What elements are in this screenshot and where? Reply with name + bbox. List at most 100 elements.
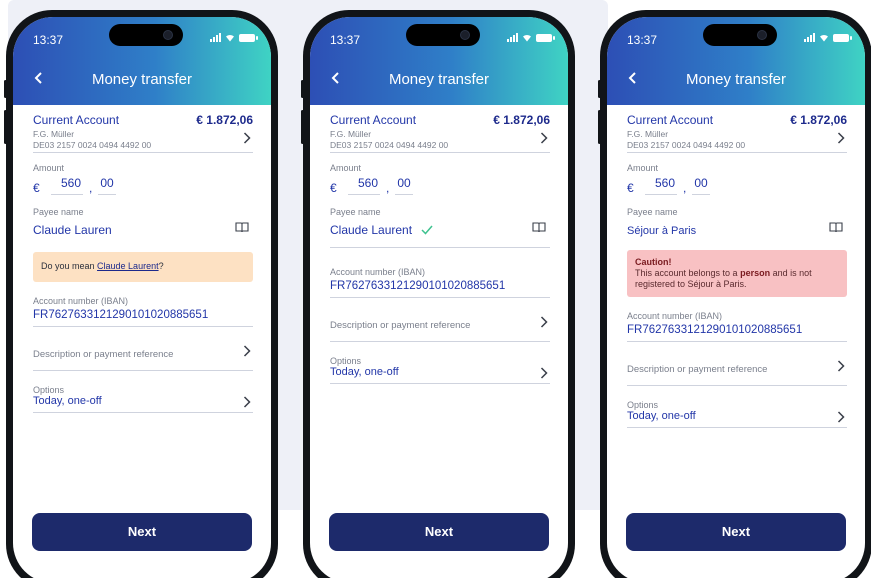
options-label: Options [627,400,659,410]
decimal-separator: , [386,181,390,195]
page-title: Money transfer [91,71,193,88]
signal-icon [804,33,815,42]
account-selector[interactable]: Current Account € 1.872,06 F.G. Müller D… [330,105,550,153]
currency-symbol: € [627,181,634,195]
camera-icon [757,30,767,40]
options-field[interactable]: Options Today, one-off [627,400,847,428]
caution-line1-bold: person [740,268,771,278]
iban-input[interactable]: Account number (IBAN) FR7627633121290101… [33,296,253,327]
hint-suffix: ? [158,261,164,271]
phone-2: 13:37 Money transfer Current Account € 1… [301,10,575,578]
signal-icon [210,33,221,42]
payee-suggestion-hint[interactable]: Do you mean Claude Laurent? [33,252,253,282]
amount-euros-input[interactable]: 560 [348,176,381,195]
account-selector[interactable]: Current Account € 1.872,06 F.G. Müller D… [627,105,847,153]
options-label: Options [33,385,65,395]
amount-cents-input[interactable]: 00 [395,176,413,195]
description-placeholder: Description or payment reference [627,364,768,375]
options-label: Options [330,356,362,366]
chevron-right-icon [243,132,251,144]
amount-euros-input[interactable]: 560 [645,176,678,195]
battery-icon [833,33,852,42]
wifi-icon [820,34,828,42]
page-title: Money transfer [685,71,787,88]
checkmark-icon [420,225,433,235]
currency-symbol: € [33,181,40,195]
status-time: 13:37 [330,33,361,47]
payee-name-input[interactable]: Claude Laurent [330,221,550,248]
header: 13:37 Money transfer [310,17,568,105]
account-holder: F.G. Müller [33,129,75,139]
status-icons [804,33,852,42]
chevron-right-icon [243,345,251,357]
options-value: Today, one-off [627,410,696,422]
amount-cents-input[interactable]: 00 [98,176,116,195]
options-field[interactable]: Options Today, one-off [330,356,550,384]
payee-name-input[interactable]: Séjour à Paris [627,221,847,244]
header: 13:37 Money transfer [13,17,271,105]
status-time: 13:37 [33,33,64,47]
description-placeholder: Description or payment reference [330,320,471,331]
dynamic-island [703,24,777,46]
status-icons [507,33,555,42]
account-iban: DE03 2157 0024 0494 4492 00 [627,140,746,150]
payee-name-input[interactable]: Claude Lauren [33,221,253,244]
description-field[interactable]: Description or payment reference [330,315,550,342]
battery-icon [536,33,555,42]
payee-label: Payee name [330,207,381,217]
amount-label: Amount [33,163,65,173]
address-book-icon[interactable] [532,222,546,233]
payee-label: Payee name [627,207,678,217]
decimal-separator: , [683,181,687,195]
address-book-icon[interactable] [235,222,249,233]
payee-name-value: Claude Lauren [33,223,112,237]
iban-input[interactable]: Account number (IBAN) FR7627633121290101… [627,311,847,342]
phone-3: 13:37 Money transfer Current Account € 1… [598,10,871,578]
caution-title: Caution! [635,257,672,267]
phone-1-screen: 13:37 Money transfer Current Account € 1… [13,17,271,578]
header: 13:37 Money transfer [607,17,865,105]
phone-1: 13:37 Money transfer Current Account € 1… [4,10,278,578]
iban-value: FR7627633121290101020885651 [330,280,506,292]
page-title: Money transfer [388,71,490,88]
account-iban: DE03 2157 0024 0494 4492 00 [33,140,152,150]
status-time: 13:37 [627,33,658,47]
account-holder: F.G. Müller [330,129,372,139]
payee-name-value: Séjour à Paris [627,225,697,237]
caution-line2: registered to Séjour à Paris. [635,279,747,289]
iban-input[interactable]: Account number (IBAN) FR7627633121290101… [330,267,550,298]
signal-icon [507,33,518,42]
next-button[interactable]: Next [626,513,846,551]
payee-name-value: Claude Laurent [330,223,413,237]
amount-label: Amount [627,163,659,173]
hint-prefix: Do you mean [41,261,98,271]
description-field[interactable]: Description or payment reference [33,344,253,371]
account-balance: € 1.872,06 [196,113,253,127]
chevron-right-icon [837,411,845,423]
chevron-right-icon [243,396,251,408]
chevron-right-icon [540,132,548,144]
address-book-icon[interactable] [829,222,843,233]
next-button[interactable]: Next [32,513,252,551]
description-field[interactable]: Description or payment reference [627,359,847,386]
iban-value: FR7627633121290101020885651 [33,309,209,321]
next-button[interactable]: Next [329,513,549,551]
options-value: Today, one-off [330,366,399,378]
options-value: Today, one-off [33,395,102,407]
options-field[interactable]: Options Today, one-off [33,385,253,413]
caution-line1-prefix: This account belongs to a [635,268,741,278]
chevron-right-icon [837,132,845,144]
iban-label: Account number (IBAN) [33,296,129,306]
payee-label: Payee name [33,207,84,217]
account-holder: F.G. Müller [627,129,669,139]
amount-euros-input[interactable]: 560 [51,176,84,195]
amount-cents-input[interactable]: 00 [692,176,710,195]
dynamic-island [406,24,480,46]
account-selector[interactable]: Current Account € 1.872,06 F.G. Müller D… [33,105,253,153]
account-balance: € 1.872,06 [790,113,847,127]
camera-icon [460,30,470,40]
suggested-payee-link[interactable]: Claude Laurent [97,261,159,271]
wifi-icon [523,34,531,42]
caution-line1-suffix: and is not [770,268,812,278]
iban-label: Account number (IBAN) [330,267,426,277]
